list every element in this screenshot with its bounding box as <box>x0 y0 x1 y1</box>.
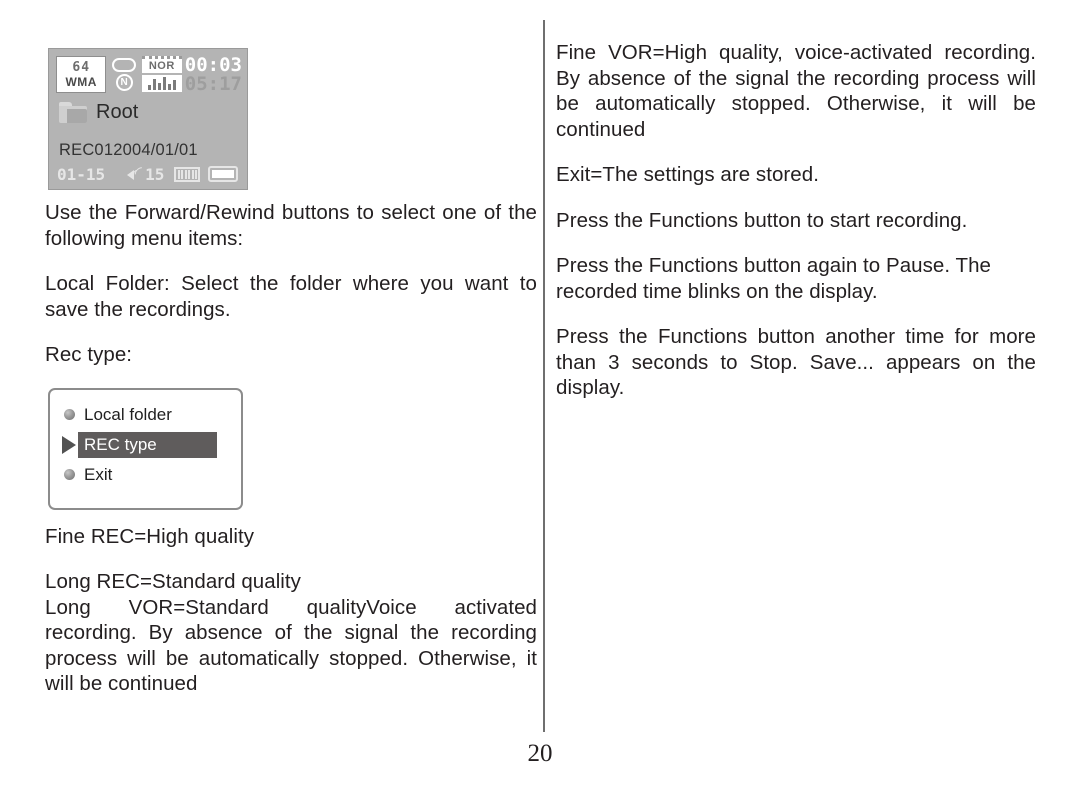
repeat-mode-letter: N <box>115 74 133 91</box>
left-paragraph-2: Local Folder: Select the folder where yo… <box>45 272 537 321</box>
device-lcd-display: 64 WMA N NOR 00:03 05:17 Root REC012004/… <box>48 48 248 190</box>
left-paragraph-4: Fine REC=High quality <box>45 524 254 548</box>
menu-item-label: REC type <box>78 431 217 458</box>
lcd-time-readout: 00:03 05:17 <box>185 56 242 94</box>
folder-icon <box>59 102 87 123</box>
menu-item-local-folder[interactable]: Local folder <box>50 400 241 430</box>
left-paragraph-3: Rec type: <box>45 343 133 366</box>
right-column: Fine VOR=High quality, voice-activated r… <box>556 40 1036 421</box>
codec-label: WMA <box>65 74 97 89</box>
right-paragraph-1: Fine VOR=High quality, voice-activated r… <box>556 41 1036 141</box>
repeat-mode-badge: N <box>110 56 137 93</box>
bullet-icon <box>58 409 80 420</box>
recording-file-name: REC012004/01/01 <box>59 141 198 159</box>
left-column: 64 WMA N NOR 00:03 05:17 Root REC012004/… <box>45 40 537 717</box>
page-number: 20 <box>527 740 553 767</box>
equalizer-badge: NOR <box>141 56 182 93</box>
left-paragraph-5: Long REC=Standard quality <box>45 570 301 593</box>
rec-type-menu[interactable]: Local folder REC type Exit <box>48 387 243 510</box>
battery-icon <box>208 166 239 182</box>
lcd-status-bar: 01-15 15 <box>57 163 239 184</box>
right-paragraph-2: Exit=The settings are stored. <box>556 163 819 186</box>
bullet-icon <box>58 469 80 480</box>
right-paragraph-5: Press the Functions button another time … <box>556 325 1036 399</box>
track-position: 01-15 <box>57 164 106 184</box>
equalizer-icon <box>141 75 182 92</box>
right-paragraph-3: Press the Functions button to start reco… <box>556 208 968 232</box>
left-paragraph-6: Long VOR=Standard qualityVoice activated… <box>45 595 537 696</box>
bitrate-label: 64 <box>72 59 91 75</box>
eq-mode-label: NOR <box>141 56 182 73</box>
format-badge: 64 WMA <box>56 56 107 93</box>
menu-item-exit[interactable]: Exit <box>50 460 241 490</box>
memory-bars-icon <box>174 166 201 182</box>
speaker-volume-icon <box>127 163 152 184</box>
repeat-loop-icon <box>112 58 137 72</box>
menu-item-rec-type[interactable]: REC type <box>50 430 241 460</box>
left-paragraph-1: Use the Forward/Rewind buttons to select… <box>45 201 537 250</box>
menu-item-label: Exit <box>84 464 113 484</box>
column-divider <box>543 20 545 732</box>
manual-page: 64 WMA N NOR 00:03 05:17 Root REC012004/… <box>0 0 1080 785</box>
triangle-pointer-icon <box>58 435 80 454</box>
lcd-status-icons-row: 64 WMA N NOR 00:03 05:17 <box>56 56 242 94</box>
total-time: 05:17 <box>184 73 242 95</box>
right-paragraph-4: Press the Functions button again to Paus… <box>556 254 991 303</box>
menu-item-label: Local folder <box>84 404 172 424</box>
lcd-folder-row: Root <box>59 101 138 124</box>
folder-name: Root <box>96 101 139 123</box>
